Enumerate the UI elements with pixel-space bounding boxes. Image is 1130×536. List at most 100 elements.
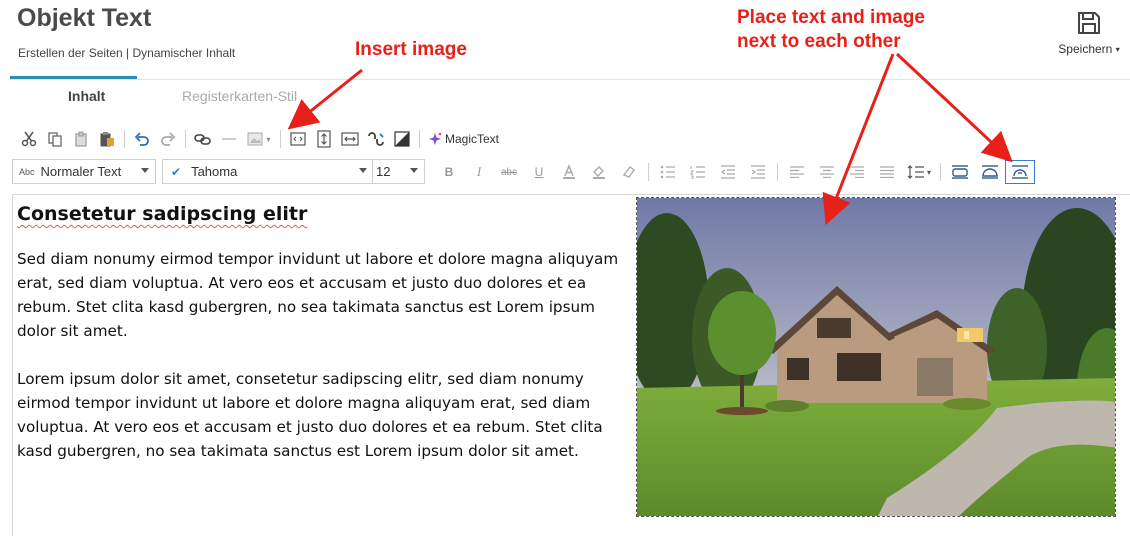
save-label: Speichern	[1058, 42, 1113, 56]
scissors-icon	[21, 131, 37, 147]
redo-button[interactable]	[155, 126, 181, 152]
align-right-button[interactable]	[842, 160, 872, 184]
paragraph-style-select[interactable]: Abc Normaler Text	[12, 159, 156, 184]
paste-format-icon	[100, 132, 114, 147]
copy-button[interactable]	[42, 126, 68, 152]
align-center-icon	[820, 166, 834, 178]
annotation-line: next to each other	[737, 31, 901, 52]
align-left-icon	[790, 166, 804, 178]
content-paragraph: Lorem ipsum dolor sit amet, consetetur s…	[17, 370, 603, 460]
underline-icon: U	[534, 165, 544, 179]
tab-inhalt[interactable]: Inhalt	[68, 88, 105, 104]
undo-icon	[134, 132, 149, 146]
magictext-button[interactable]: MagicText	[428, 132, 499, 146]
editor-text-area[interactable]: Consetetur sadipscing elitr Sed diam non…	[17, 203, 629, 487]
arrow-to-image	[822, 53, 895, 226]
copy-icon	[48, 132, 62, 147]
inserted-house-image[interactable]	[636, 197, 1116, 517]
justify-button[interactable]	[872, 160, 902, 184]
paste-special-button[interactable]	[94, 126, 120, 152]
sparkle-icon	[429, 132, 442, 145]
link-chain-icon	[368, 132, 384, 146]
breadcrumb: Erstellen der Seiten | Dynamischer Inhal…	[18, 46, 236, 60]
cut-button[interactable]	[16, 126, 42, 152]
vertical-expand-icon	[317, 130, 331, 148]
horizontal-line-icon	[222, 138, 236, 140]
font-size-select[interactable]: 12	[372, 159, 425, 184]
font-color-button[interactable]	[554, 160, 584, 184]
save-button[interactable]: Speichern ▾	[1056, 8, 1122, 64]
annotation-insert-image: Insert image	[355, 39, 467, 60]
clipboard-icon	[75, 131, 87, 147]
bold-icon: B	[444, 165, 454, 179]
arrow-to-image-button	[287, 68, 363, 130]
page-title: Objekt Text	[17, 4, 152, 32]
toolbar-separator	[124, 130, 125, 148]
font-family-select[interactable]: ✔ Tahoma	[162, 159, 374, 184]
insert-page-break-button[interactable]	[311, 126, 337, 152]
line-height-button[interactable]: ▾	[902, 160, 936, 184]
toolbar-separator	[185, 130, 186, 148]
strikethrough-icon: abc	[500, 166, 518, 178]
italic-button[interactable]: I	[464, 160, 494, 184]
toolbar-separator	[777, 163, 778, 181]
dropdown-arrow-icon	[141, 168, 149, 173]
toolbar-separator	[280, 130, 281, 148]
save-icon	[1078, 12, 1100, 34]
paste-button[interactable]	[68, 126, 94, 152]
paint-bucket-icon	[593, 166, 605, 179]
house-photo	[637, 198, 1115, 516]
annotation-line: Place text and image	[737, 7, 925, 28]
redo-icon	[161, 132, 176, 146]
insert-image-button[interactable]: ▾	[242, 126, 276, 152]
code-icon	[290, 132, 306, 146]
rich-text-editor[interactable]: Consetetur sadipscing elitr Sed diam non…	[12, 194, 1130, 536]
link-icon	[194, 134, 211, 145]
underline-button[interactable]: U	[524, 160, 554, 184]
image-icon	[247, 132, 263, 146]
wrap-top-button[interactable]	[945, 160, 975, 184]
toolbar-separator	[940, 163, 941, 181]
numbered-list-button[interactable]	[683, 160, 713, 184]
caret-down-icon: ▾	[266, 134, 271, 144]
arrow-to-wrap-button	[895, 52, 1013, 163]
strikethrough-button[interactable]: abc	[494, 160, 524, 184]
source-code-button[interactable]	[285, 126, 311, 152]
bullet-list-icon	[660, 165, 675, 179]
wrap-side-by-side-button[interactable]	[1005, 160, 1035, 184]
contrast-button[interactable]	[389, 126, 415, 152]
indent-button[interactable]	[743, 160, 773, 184]
dropdown-arrow-icon	[410, 168, 418, 173]
highlight-button[interactable]	[584, 160, 614, 184]
horizontal-expand-icon	[341, 132, 359, 146]
toolbar-separator	[648, 163, 649, 181]
clear-format-button[interactable]	[614, 160, 644, 184]
horizontal-rule-button[interactable]	[216, 126, 242, 152]
line-height-icon	[907, 165, 924, 179]
insert-link-button[interactable]	[190, 126, 216, 152]
toolbar-row-2: B I abc U ▾	[434, 160, 1035, 184]
annotation-place-side-by-side: Place text and image next to each other	[737, 6, 925, 54]
tab-registerkarten-stil[interactable]: Registerkarten-Stil	[182, 88, 297, 104]
numbered-list-icon	[690, 166, 705, 179]
caret-down-icon: ▾	[1115, 45, 1120, 54]
toolbar-separator	[419, 130, 420, 148]
undo-button[interactable]	[129, 126, 155, 152]
justify-icon	[880, 166, 894, 178]
font-family-value: Tahoma	[191, 164, 238, 179]
dropdown-arrow-icon	[359, 168, 367, 173]
content-paragraph: Sed diam nonumy eirmod tempor invidunt u…	[17, 250, 619, 340]
wrap-middle-button[interactable]	[975, 160, 1005, 184]
toolbar-row-1: ▾ MagicText	[16, 126, 499, 152]
horizontal-spacing-button[interactable]	[337, 126, 363, 152]
content-heading: Consetetur sadipscing elitr	[17, 203, 308, 225]
outdent-button[interactable]	[713, 160, 743, 184]
wrap-top-icon	[952, 165, 968, 179]
align-right-icon	[850, 166, 864, 178]
paragraph-style-value: Normaler Text	[40, 164, 122, 179]
align-left-button[interactable]	[782, 160, 812, 184]
bullet-list-button[interactable]	[653, 160, 683, 184]
bold-button[interactable]: B	[434, 160, 464, 184]
placeholder-button[interactable]	[363, 126, 389, 152]
align-center-button[interactable]	[812, 160, 842, 184]
